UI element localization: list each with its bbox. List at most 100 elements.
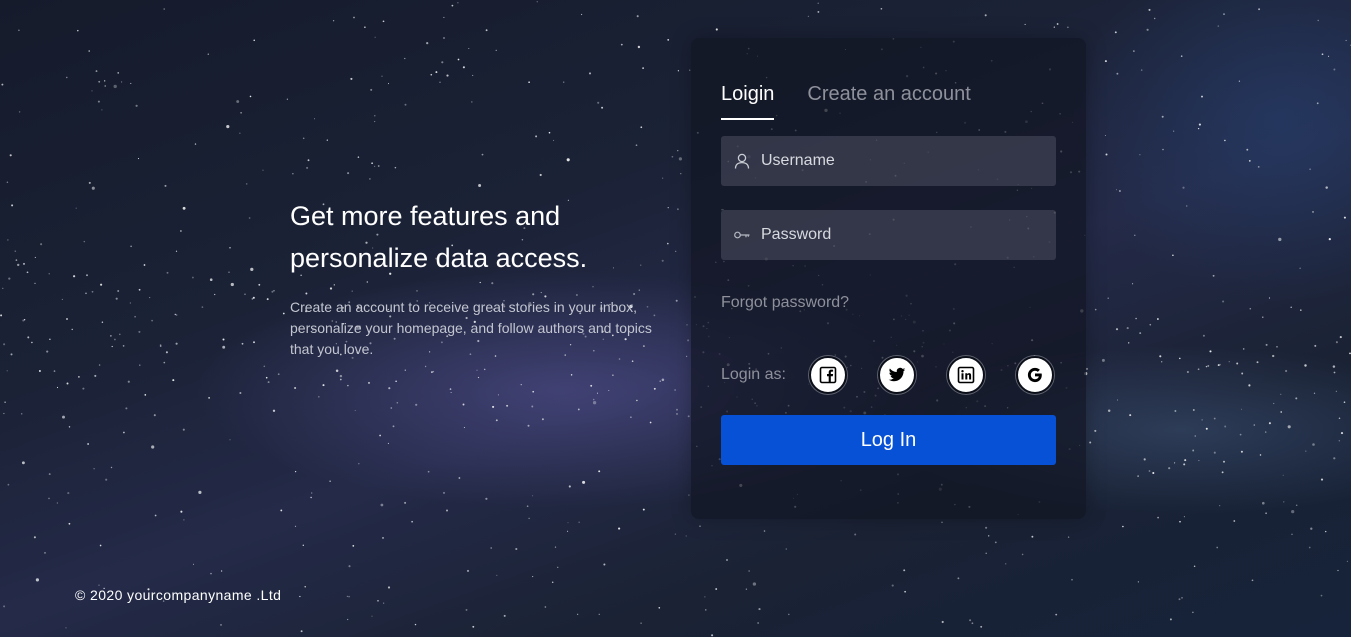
star bbox=[535, 135, 538, 138]
star bbox=[1291, 509, 1295, 514]
star bbox=[26, 271, 29, 274]
star bbox=[33, 536, 36, 539]
twitter-login-button[interactable] bbox=[878, 356, 916, 394]
star bbox=[97, 100, 100, 103]
star bbox=[229, 439, 231, 441]
star bbox=[91, 290, 94, 293]
tab-create-account[interactable]: Create an account bbox=[807, 83, 970, 120]
username-field[interactable] bbox=[721, 136, 1056, 186]
star bbox=[752, 582, 757, 586]
star bbox=[1316, 102, 1319, 105]
star bbox=[7, 239, 9, 241]
star bbox=[492, 405, 495, 408]
star bbox=[91, 186, 95, 190]
star bbox=[1114, 31, 1117, 34]
star bbox=[22, 319, 25, 322]
star bbox=[503, 614, 506, 617]
star bbox=[642, 67, 644, 69]
star bbox=[817, 10, 820, 13]
google-login-button[interactable] bbox=[1016, 356, 1054, 394]
star bbox=[6, 370, 8, 372]
star bbox=[677, 150, 679, 152]
star bbox=[1067, 26, 1069, 29]
star bbox=[687, 339, 690, 342]
star bbox=[138, 288, 141, 291]
star bbox=[449, 388, 452, 390]
star bbox=[1312, 443, 1315, 446]
star bbox=[985, 526, 988, 529]
star bbox=[249, 95, 252, 98]
star bbox=[903, 569, 906, 572]
star bbox=[286, 98, 288, 100]
forgot-password-link[interactable]: Forgot password? bbox=[721, 294, 849, 312]
password-input[interactable] bbox=[761, 226, 1041, 244]
star bbox=[1346, 560, 1348, 563]
star bbox=[209, 278, 213, 282]
star bbox=[640, 126, 643, 129]
star bbox=[532, 390, 535, 393]
star bbox=[414, 623, 417, 626]
login-card: Loigin Create an account Forgot password bbox=[691, 38, 1086, 519]
star bbox=[1178, 598, 1181, 601]
star bbox=[1236, 362, 1239, 365]
star bbox=[277, 373, 280, 376]
star bbox=[34, 282, 36, 285]
star bbox=[1222, 300, 1225, 303]
star bbox=[130, 82, 132, 84]
star bbox=[1259, 454, 1262, 456]
star bbox=[1094, 429, 1097, 432]
star bbox=[3, 605, 6, 608]
star bbox=[1257, 166, 1260, 168]
star bbox=[636, 15, 639, 18]
star bbox=[431, 371, 433, 373]
star bbox=[404, 369, 406, 371]
star bbox=[620, 43, 623, 46]
star bbox=[228, 271, 230, 273]
star bbox=[1192, 611, 1194, 614]
password-field[interactable] bbox=[721, 210, 1056, 260]
star bbox=[1024, 23, 1026, 25]
star bbox=[527, 424, 530, 427]
login-as-label: Login as: bbox=[721, 366, 786, 383]
star bbox=[1174, 462, 1176, 464]
facebook-login-button[interactable] bbox=[809, 356, 847, 394]
star bbox=[1268, 422, 1271, 425]
star bbox=[48, 473, 51, 476]
star bbox=[598, 470, 601, 473]
auth-tabs: Loigin Create an account bbox=[721, 83, 1004, 120]
star bbox=[506, 404, 509, 407]
star bbox=[252, 296, 255, 299]
star bbox=[451, 4, 454, 7]
star bbox=[1205, 427, 1208, 430]
star bbox=[1248, 384, 1251, 387]
linkedin-login-button[interactable] bbox=[947, 356, 985, 394]
star bbox=[1143, 458, 1146, 461]
star bbox=[300, 630, 303, 633]
star bbox=[201, 306, 204, 308]
star bbox=[381, 75, 383, 77]
login-button[interactable]: Log In bbox=[721, 415, 1056, 465]
star bbox=[659, 380, 661, 382]
star bbox=[1216, 546, 1219, 549]
star bbox=[377, 599, 379, 602]
star bbox=[1219, 505, 1221, 507]
tab-login[interactable]: Loigin bbox=[721, 83, 775, 120]
star bbox=[528, 517, 530, 520]
star bbox=[705, 609, 707, 611]
star bbox=[443, 37, 445, 39]
star bbox=[310, 496, 312, 499]
star bbox=[1258, 8, 1261, 11]
star bbox=[68, 522, 71, 525]
star bbox=[22, 262, 26, 265]
star bbox=[1021, 553, 1024, 556]
star bbox=[483, 368, 486, 371]
star bbox=[239, 391, 242, 395]
star bbox=[457, 58, 460, 61]
star bbox=[71, 328, 73, 331]
star bbox=[1183, 516, 1185, 518]
star bbox=[411, 520, 413, 523]
star bbox=[642, 508, 645, 511]
username-input[interactable] bbox=[761, 152, 1041, 170]
page: Get more features and personalize data a… bbox=[0, 0, 1351, 637]
star bbox=[1197, 368, 1200, 371]
